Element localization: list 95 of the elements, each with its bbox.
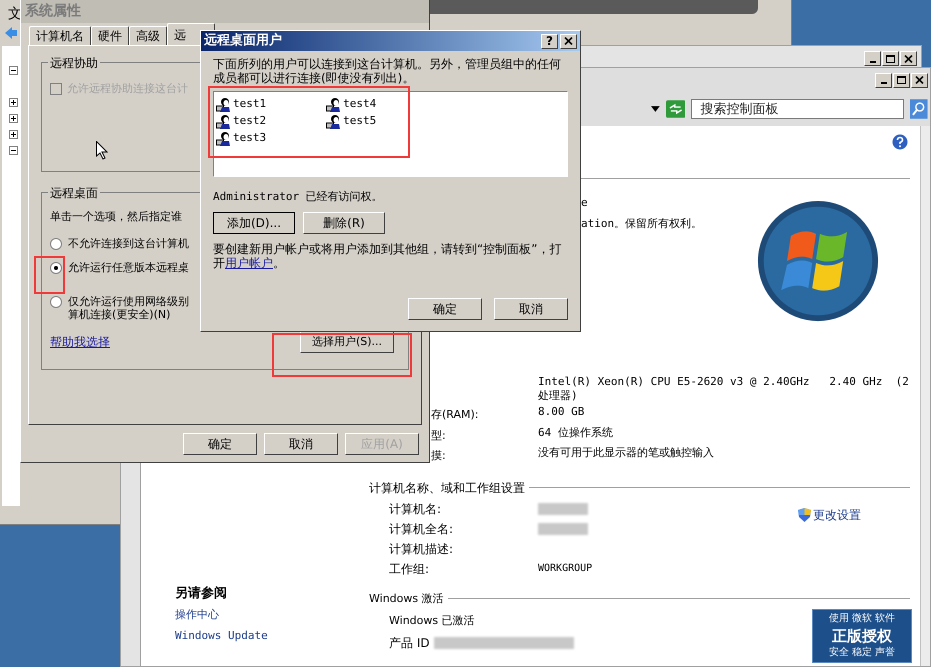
user-icon bbox=[216, 131, 231, 146]
badge-caption: 使用 微软 软件 bbox=[828, 612, 896, 626]
maximize-icon bbox=[886, 54, 895, 62]
property-label: 摸: bbox=[431, 449, 446, 462]
refresh-icon[interactable] bbox=[666, 100, 686, 118]
property-value: 8.00 GB bbox=[538, 405, 586, 420]
user-name[interactable]: test2 bbox=[233, 113, 266, 130]
property-value: 没有可用于此显示器的笔或触控输入 bbox=[538, 446, 715, 461]
user-name[interactable]: test4 bbox=[343, 96, 376, 113]
copyright-text: ation。保留所有权利。 bbox=[581, 216, 702, 232]
minimize-icon bbox=[880, 82, 886, 84]
radio-label: 允许运行任意版本远程桌 bbox=[68, 261, 189, 274]
plus-icon bbox=[11, 100, 16, 105]
search-icon[interactable] bbox=[910, 99, 928, 119]
close-button[interactable] bbox=[560, 34, 577, 48]
radio-button[interactable] bbox=[50, 262, 62, 274]
dialog-button[interactable]: 确定 bbox=[408, 298, 482, 320]
highlight-frame bbox=[34, 256, 65, 294]
property-label: 工作组: bbox=[389, 560, 430, 578]
tree-toggle[interactable] bbox=[9, 66, 18, 75]
close-icon bbox=[904, 54, 913, 62]
tree-toggle[interactable] bbox=[9, 146, 18, 155]
minimize-icon bbox=[870, 60, 876, 62]
tree-toggle[interactable] bbox=[9, 114, 18, 123]
section-heading: 计算机名称、域和工作组设置 bbox=[369, 480, 525, 496]
user-icon bbox=[326, 114, 342, 129]
minimize-button[interactable] bbox=[875, 72, 892, 88]
tab[interactable]: 硬件 bbox=[91, 26, 129, 45]
see-also-link[interactable]: 操作中心 bbox=[175, 607, 369, 624]
user-icon bbox=[216, 97, 231, 112]
see-also-link[interactable]: Windows Update bbox=[175, 628, 369, 644]
help-button[interactable]: ? bbox=[541, 34, 558, 48]
mouse-cursor-icon bbox=[96, 141, 108, 160]
property-label: 计算机全名: bbox=[389, 520, 454, 538]
minus-icon bbox=[11, 68, 16, 73]
dialog-button[interactable]: 确定 bbox=[183, 433, 257, 455]
activation-status: Windows 已激活 bbox=[389, 613, 476, 629]
tree-toggle[interactable] bbox=[9, 130, 18, 139]
change-settings-link[interactable]: 更改设置 bbox=[813, 506, 862, 524]
dialog-button[interactable]: 取消 bbox=[264, 433, 338, 455]
user-name[interactable]: test3 bbox=[233, 130, 266, 147]
minimize-button[interactable] bbox=[864, 51, 881, 66]
tab[interactable]: 高级 bbox=[129, 26, 167, 45]
property-value: WORKGROUP bbox=[538, 562, 592, 576]
user-accounts-link[interactable]: 用户帐户 bbox=[225, 256, 273, 270]
see-also-heading: 另请参阅 bbox=[175, 584, 228, 602]
group-title: 远程桌面 bbox=[48, 184, 100, 202]
close-icon bbox=[915, 76, 924, 84]
copyright-text: e bbox=[581, 195, 589, 211]
radio-button[interactable] bbox=[50, 296, 62, 308]
close-icon bbox=[564, 37, 573, 45]
user-icon bbox=[216, 114, 231, 129]
tree-toggle[interactable] bbox=[9, 98, 18, 107]
property-label: 计算机名: bbox=[389, 500, 442, 518]
user-name[interactable]: test5 bbox=[343, 113, 376, 130]
instruction-text: 单击一个选项，然后指定谁 bbox=[50, 209, 182, 225]
radio-label: 仅允许运行使用网络级别 算机连接(更安全)(N) bbox=[68, 295, 189, 321]
window-title: 系统属性 bbox=[25, 2, 81, 20]
tab[interactable]: 计算机名 bbox=[29, 26, 91, 45]
help-icon[interactable] bbox=[892, 134, 908, 150]
property-value: 64 位操作系统 bbox=[538, 426, 614, 440]
plus-icon bbox=[11, 132, 16, 137]
section-heading: Windows 激活 bbox=[369, 590, 444, 606]
maximize-button[interactable] bbox=[893, 72, 910, 88]
badge-title: 正版授权 bbox=[832, 626, 892, 646]
shield-icon bbox=[798, 508, 812, 522]
dialog-button[interactable]: 取消 bbox=[494, 298, 568, 320]
radio-label: 不允许连接到这台计算机 bbox=[68, 237, 189, 250]
badge-caption: 安全 稳定 声誉 bbox=[828, 646, 896, 660]
scrollbar[interactable] bbox=[920, 126, 930, 666]
menu-item[interactable]: 文 bbox=[8, 4, 22, 25]
access-note: Administrator 已经有访问权。 bbox=[213, 189, 384, 205]
dropdown-caret-icon[interactable] bbox=[651, 106, 660, 112]
close-button[interactable] bbox=[900, 51, 917, 66]
property-label: 型: bbox=[431, 428, 446, 442]
blurred-value bbox=[538, 502, 588, 514]
blurred-value bbox=[538, 522, 588, 534]
user-icon bbox=[326, 97, 342, 112]
search-field[interactable]: 搜索控制面板 bbox=[691, 99, 904, 119]
help-link[interactable]: 帮助我选择 bbox=[50, 333, 110, 351]
dialog-button[interactable]: 添加(D)... bbox=[213, 212, 295, 234]
user-name[interactable]: test1 bbox=[233, 96, 266, 113]
maximize-icon bbox=[897, 76, 906, 84]
hint-text: 要创建新用户帐户或将用户添加到其他组，请转到“控制面板”，打开用户帐户。 bbox=[213, 242, 562, 270]
property-label: 存(RAM): bbox=[431, 408, 479, 421]
property-label: 产品 ID bbox=[389, 634, 430, 652]
property-value: Intel(R) Xeon(R) CPU E5-2620 v3 @ 2.40GHz 2.40 GHz (2 处理器) bbox=[538, 375, 910, 403]
maximize-button[interactable] bbox=[882, 51, 899, 66]
plus-icon bbox=[11, 116, 16, 121]
description-text: 下面所列的用户可以连接到这台计算机。另外，管理员组中的任何成员都可以进行连接(即使没有列出)。 bbox=[213, 57, 562, 85]
radio-button[interactable] bbox=[50, 238, 62, 250]
minus-icon bbox=[11, 148, 16, 153]
close-button[interactable] bbox=[911, 72, 928, 88]
dialog-button[interactable]: 删除(R) bbox=[303, 212, 385, 234]
property-label: 计算机描述: bbox=[389, 540, 454, 558]
